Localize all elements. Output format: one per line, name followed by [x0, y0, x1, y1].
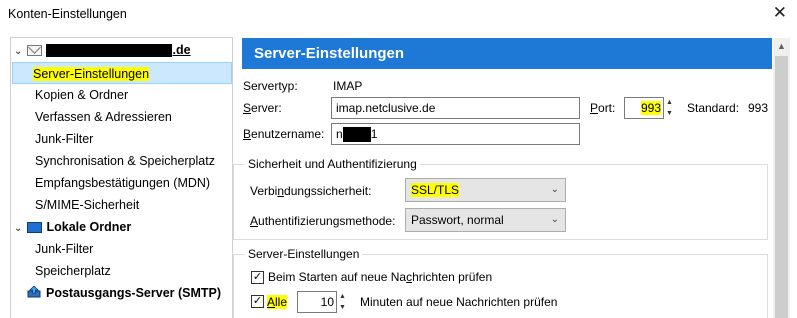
mail-account-icon — [27, 45, 43, 56]
minutes-label: Minuten auf neue Nachrichten prüfen — [360, 295, 558, 309]
scroll-up-icon[interactable]: ▲ — [773, 38, 790, 55]
redacted-account-name — [46, 44, 173, 58]
tree-item-local-junk[interactable]: Junk-Filter — [33, 238, 95, 260]
account-tree: ⌄ .de Server-Einstellungen Kopien & Ordn… — [10, 37, 233, 318]
tree-item-label: Speicherplatz — [35, 264, 111, 278]
tree-item-label: Lokale Ordner — [46, 220, 132, 234]
tree-item-copies-folders[interactable]: Kopien & Ordner — [33, 84, 130, 106]
chevron-down-icon[interactable]: ⌄ — [14, 41, 24, 63]
minutes-input[interactable]: 10 — [297, 291, 337, 313]
chevron-down-icon: ⌄ — [550, 214, 559, 225]
server-settings-group-legend: Server-Einstellungen — [245, 247, 363, 261]
auth-method-label: Authentifizierungsmethode: — [250, 214, 396, 228]
tree-item-label: Junk-Filter — [35, 242, 94, 256]
server-label: Server: — [243, 101, 282, 115]
close-icon[interactable]: ✕ — [773, 3, 787, 23]
minutes-stepper[interactable]: ▲ ▼ — [337, 291, 348, 313]
check-new-on-start-label: Beim Starten auf neue Nachrichten prüfen — [268, 270, 493, 284]
tree-item-sync-storage[interactable]: Synchronisation & Speicherplatz — [33, 150, 217, 172]
redacted-username — [342, 127, 371, 143]
computer-icon — [27, 222, 43, 233]
servertype-value: IMAP — [333, 79, 363, 93]
tree-item-server-settings[interactable]: Server-Einstellungen — [12, 62, 232, 84]
port-value: 993 — [640, 101, 661, 115]
tree-item-label: S/MIME-Sicherheit — [35, 198, 140, 212]
window-title: Konten-Einstellungen — [8, 7, 127, 21]
account-name-suffix: .de — [172, 43, 191, 57]
username-label: Benutzername: — [243, 127, 325, 141]
username-input[interactable]: n1 — [331, 123, 580, 145]
outgoing-server-icon — [27, 286, 41, 298]
chevron-down-icon: ⌄ — [550, 184, 559, 195]
check-new-on-start-checkbox[interactable]: ✓ — [251, 271, 264, 284]
tree-item-label: Junk-Filter — [35, 132, 94, 146]
tree-account[interactable]: ⌄ .de — [11, 39, 191, 61]
vertical-scrollbar[interactable]: ▲ — [773, 38, 790, 318]
spin-up-icon[interactable]: ▲ — [337, 291, 348, 302]
tree-item-label: Synchronisation & Speicherplatz — [35, 154, 215, 168]
tree-item-smime[interactable]: S/MIME-Sicherheit — [33, 194, 141, 216]
port-input[interactable]: 993 — [624, 97, 664, 119]
panel-header: Server-Einstellungen — [242, 38, 772, 69]
scroll-thumb[interactable] — [775, 56, 788, 318]
conn-security-value: SSL/TLS — [411, 183, 460, 197]
tree-item-label: Server-Einstellungen — [33, 67, 150, 81]
chevron-down-icon[interactable]: ⌄ — [14, 218, 24, 240]
tree-item-label: Kopien & Ordner — [35, 88, 129, 102]
spin-up-icon[interactable]: ▲ — [664, 97, 675, 108]
tree-item-composition[interactable]: Verfassen & Adressieren — [33, 106, 174, 128]
check-every-label: Alle — [267, 295, 288, 309]
check-every-checkbox[interactable]: ✓ — [251, 295, 264, 308]
server-input[interactable]: imap.netclusive.de — [331, 97, 580, 119]
port-label: Port: — [590, 101, 616, 115]
auth-method-select[interactable]: Passwort, normal ⌄ — [405, 208, 566, 232]
tree-item-junk-filter[interactable]: Junk-Filter — [33, 128, 95, 150]
standard-value: 993 — [748, 101, 769, 115]
spin-down-icon[interactable]: ▼ — [337, 302, 348, 313]
standard-label: Standard: — [687, 101, 740, 115]
title-bar: Konten-Einstellungen ✕ — [0, 0, 797, 32]
port-stepper[interactable]: ▲ ▼ — [664, 97, 675, 119]
conn-security-label: Verbindungssicherheit: — [250, 184, 372, 198]
tree-item-receipts[interactable]: Empfangsbestätigungen (MDN) — [33, 172, 212, 194]
tree-item-local-storage[interactable]: Speicherplatz — [33, 260, 113, 282]
tree-smtp[interactable]: Postausgangs-Server (SMTP) — [27, 282, 221, 304]
security-group-legend: Sicherheit und Authentifizierung — [245, 157, 420, 171]
tree-local-folders[interactable]: ⌄ Lokale Ordner — [11, 216, 131, 238]
servertype-label: Servertyp: — [243, 79, 298, 93]
conn-security-select[interactable]: SSL/TLS ⌄ — [405, 178, 566, 202]
tree-item-label: Verfassen & Adressieren — [35, 110, 172, 124]
tree-item-label: Empfangsbestätigungen (MDN) — [35, 176, 211, 190]
auth-method-value: Passwort, normal — [411, 213, 504, 227]
tree-item-label: Postausgangs-Server (SMTP) — [46, 286, 222, 300]
spin-down-icon[interactable]: ▼ — [664, 108, 675, 119]
